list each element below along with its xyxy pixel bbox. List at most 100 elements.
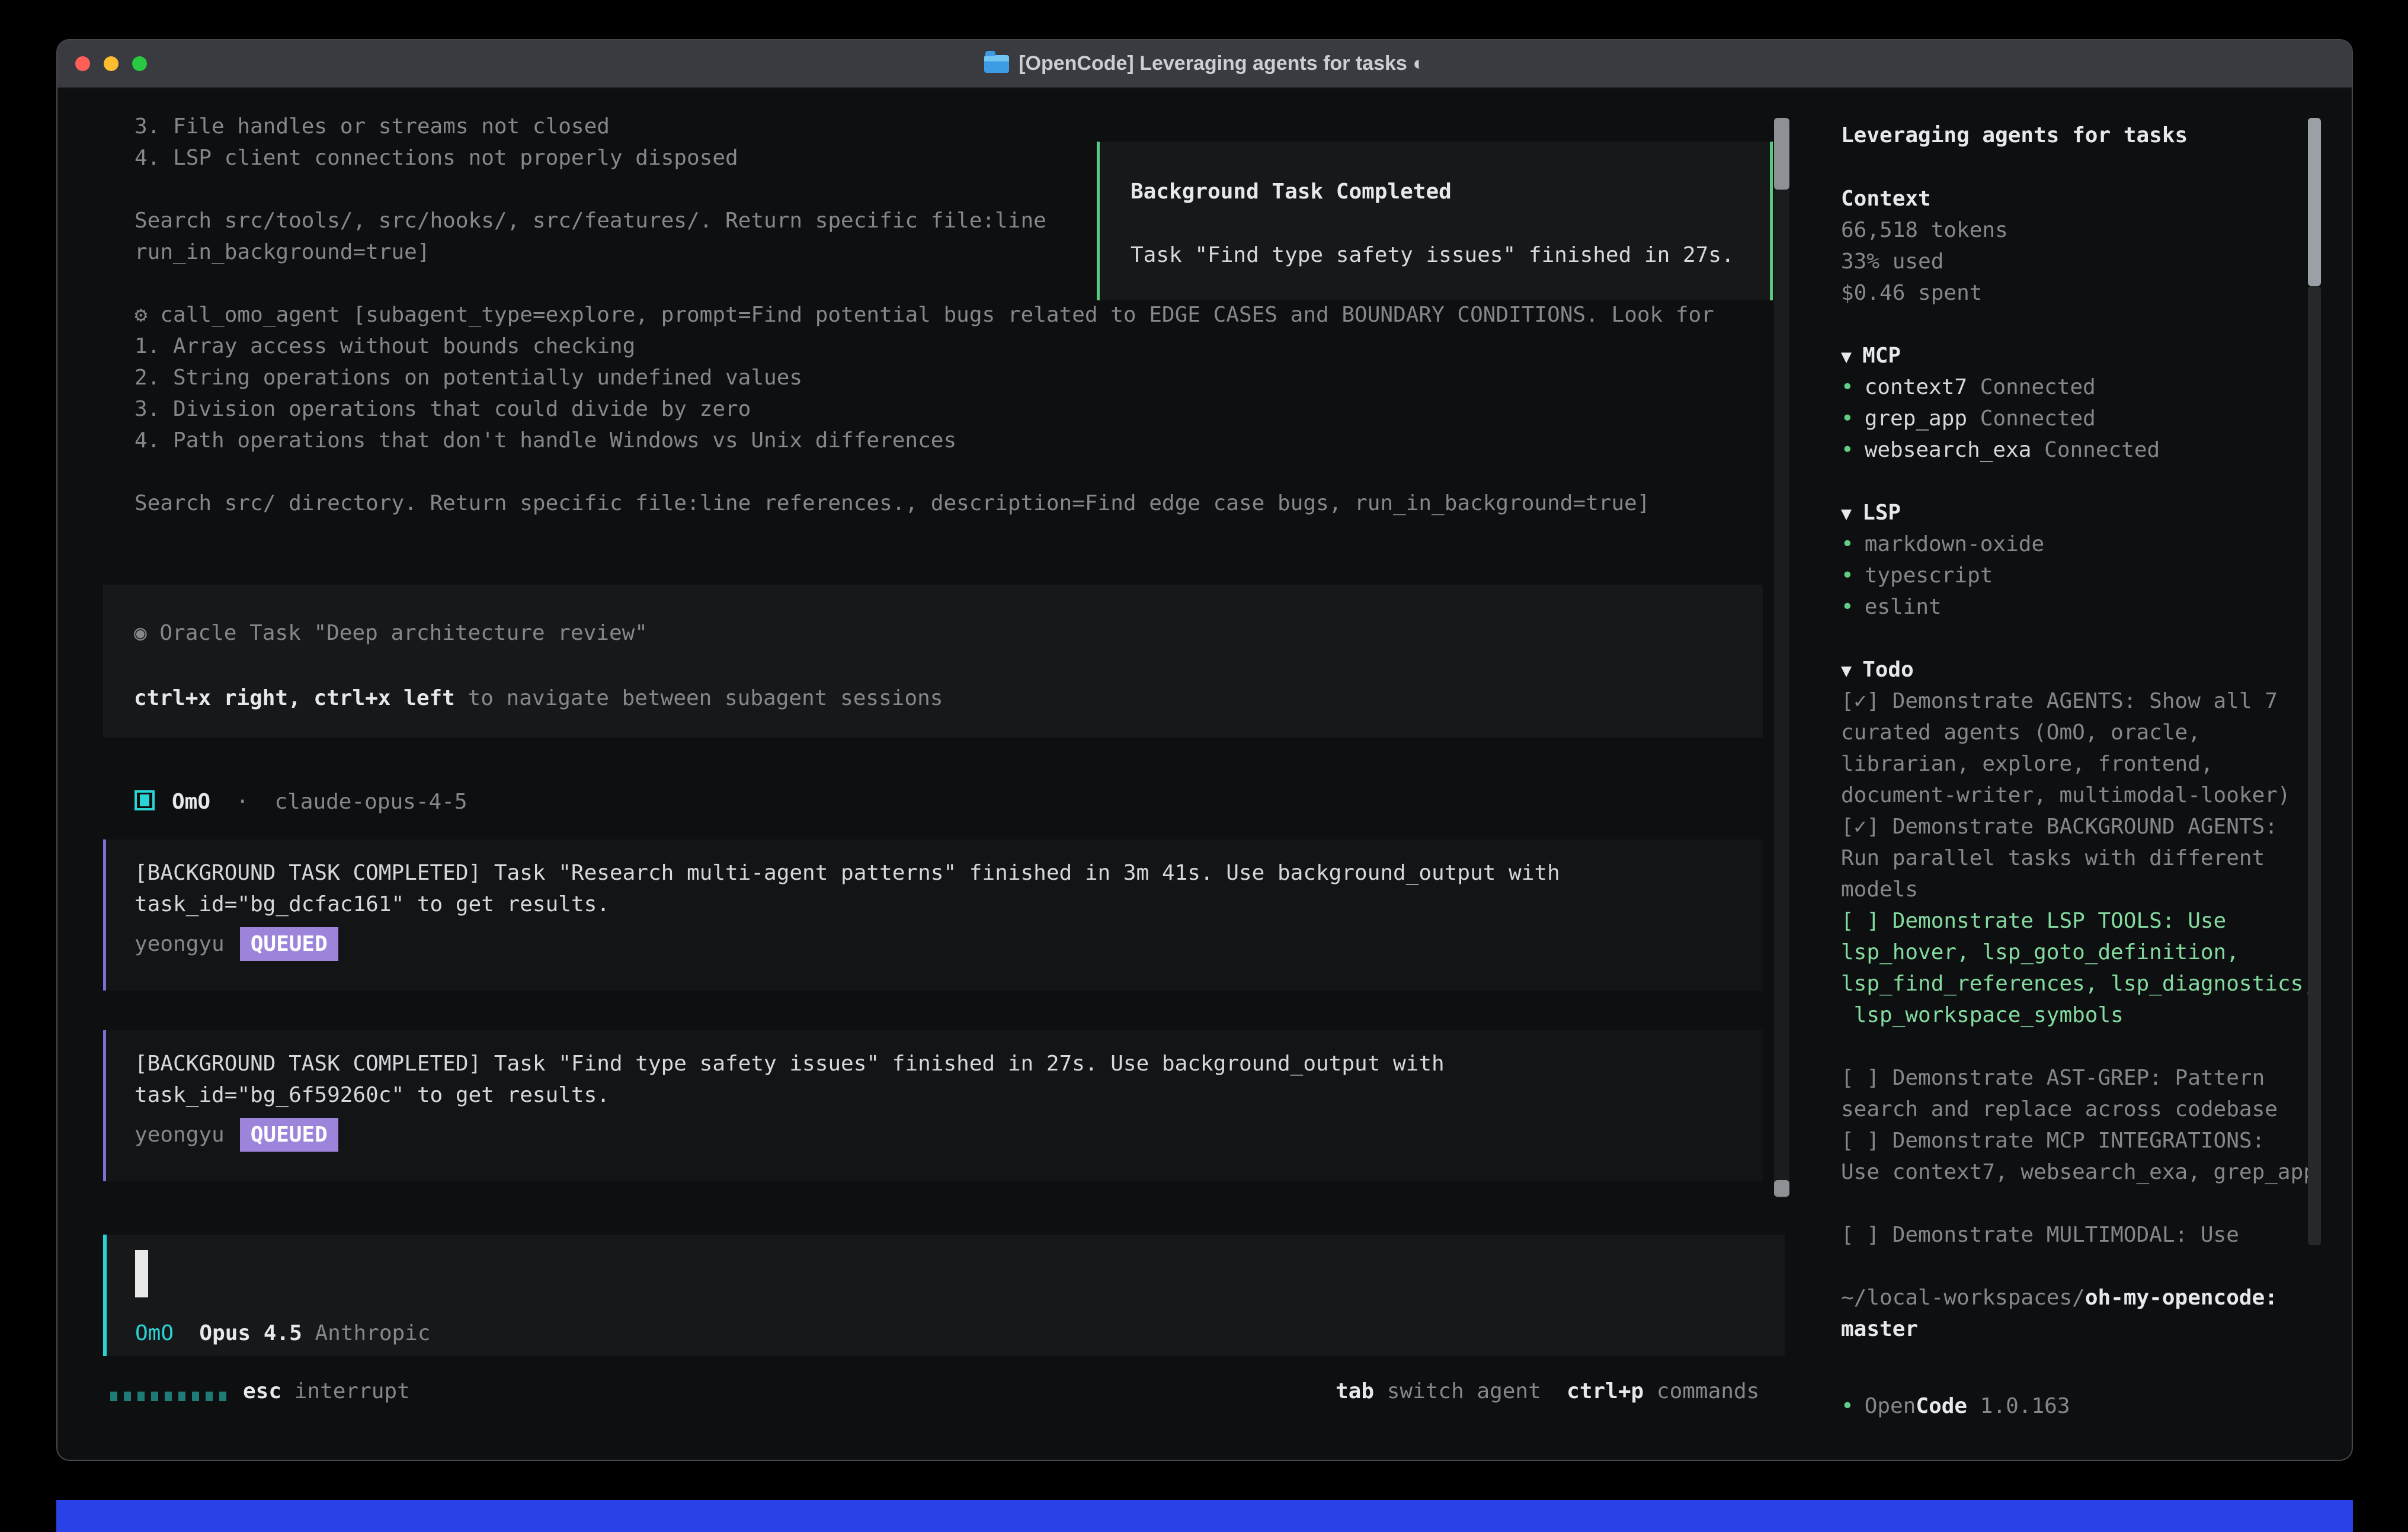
mcp-status: Connected — [1980, 406, 2096, 431]
title-bar: [OpenCode] Leveraging agents for tasks ◐ — [57, 40, 2352, 88]
context-spent: $0.46 spent — [1841, 277, 1982, 309]
lsp-name: markdown-oxide — [1865, 532, 2044, 556]
toast-title: Background Task Completed — [1131, 176, 1452, 207]
workspace-branch: master — [1841, 1313, 1918, 1345]
mcp-status: Connected — [2044, 438, 2160, 462]
background-task-toast[interactable]: Background Task Completed Task "Find typ… — [1097, 142, 1773, 300]
esc-action: interrupt — [294, 1379, 410, 1403]
todo-heading: Todo — [1862, 658, 1914, 682]
todo-done-items: [✓] Demonstrate AGENTS: Show all 7 curat… — [1841, 685, 2291, 905]
status-dot-icon: • — [1841, 532, 1854, 556]
active-model: Opus 4.5 — [199, 1321, 302, 1345]
scrollback-leak-list: 3. File handles or streams not closed 4.… — [135, 111, 738, 174]
task-message-meta: yeongyu QUEUED — [135, 927, 338, 961]
task-message-line2: task_id="bg_dcfac161" to get results. — [135, 889, 610, 920]
ctrl-p-key: ctrl+p — [1567, 1379, 1644, 1403]
lsp-name: eslint — [1865, 595, 1942, 619]
sidebar-scrollbar-track[interactable] — [2308, 286, 2321, 1245]
app-name-bold: Code — [1916, 1394, 1967, 1418]
oracle-task-card[interactable]: ◉ Oracle Task "Deep architecture review"… — [103, 585, 1763, 738]
context-heading: Context — [1841, 183, 1931, 214]
todo-pending-multimodal: [ ] Demonstrate MULTIMODAL: Use — [1841, 1219, 2239, 1251]
text-cursor — [135, 1250, 148, 1297]
lsp-name: typescript — [1865, 563, 1993, 588]
mcp-item: •websearch_exa Connected — [1841, 434, 2160, 466]
task-user: yeongyu — [135, 932, 225, 956]
lsp-item: • typescript — [1841, 560, 1993, 591]
scrollback-search-prompt-2: Search src/ directory. Return specific f… — [135, 488, 1650, 519]
gear-icon: ⚙ — [135, 303, 148, 327]
task-user: yeongyu — [135, 1123, 225, 1147]
bug-list: 1. Array access without bounds checking … — [135, 331, 956, 456]
main-scrollbar-thumb[interactable] — [1774, 118, 1789, 190]
ctrl-p-action: commands — [1657, 1379, 1759, 1403]
chevron-down-icon: ▼ — [1841, 504, 1852, 524]
queued-badge: QUEUED — [240, 927, 338, 961]
model-provider: Anthropic — [315, 1321, 430, 1345]
mcp-name: grep_app — [1865, 406, 1967, 431]
sidebar-scrollbar-thumb[interactable] — [2308, 118, 2321, 286]
version-row: •OpenCode 1.0.163 — [1841, 1390, 2070, 1422]
close-button[interactable] — [75, 56, 90, 71]
hint-keys: ctrl+x right, ctrl+x left — [134, 686, 455, 710]
tab-key: tab — [1336, 1379, 1374, 1403]
todo-active-item: [ ] Demonstrate LSP TOOLS: Use lsp_hover… — [1841, 905, 2316, 1031]
window-title: [OpenCode] Leveraging agents for tasks ◐ — [1019, 52, 1425, 75]
tab-action: switch agent — [1387, 1379, 1541, 1403]
app-name-prefix: Open — [1865, 1394, 1916, 1418]
prompt-input[interactable]: OmO Opus 4.5 Anthropic — [103, 1235, 1785, 1356]
activity-spinner — [110, 1392, 226, 1401]
toast-body: Task "Find type safety issues" finished … — [1131, 239, 1734, 271]
status-dot-icon: • — [1841, 595, 1854, 619]
main-scrollbar-thumb-bottom[interactable] — [1774, 1180, 1789, 1197]
status-dot-icon: • — [1841, 406, 1854, 431]
mcp-item: • grep_app Connected — [1841, 403, 2096, 434]
app-window: [OpenCode] Leveraging agents for tasks ◐… — [56, 39, 2353, 1461]
mcp-heading: MCP — [1862, 344, 1901, 368]
agent-model: claude-opus-4-5 — [274, 790, 467, 814]
todo-pending-items: [ ] Demonstrate AST-GREP: Pattern search… — [1841, 1062, 2316, 1188]
mcp-status: Connected — [1980, 375, 2096, 399]
esc-key: esc — [243, 1379, 281, 1403]
task-message: [BACKGROUND TASK COMPLETED] Task "Find t… — [103, 1030, 1763, 1181]
agent-omo-icon — [135, 790, 155, 810]
lsp-item: • eslint — [1841, 591, 1942, 623]
statusbar-left: esc interrupt — [243, 1376, 410, 1407]
traffic-lights — [75, 56, 147, 71]
oracle-task-hint: ctrl+x right, ctrl+x left to navigate be… — [134, 682, 943, 714]
zoom-button[interactable] — [132, 56, 147, 71]
agent-session-header[interactable]: OmO · claude-opus-4-5 — [172, 786, 467, 818]
mcp-name: context7 — [1865, 375, 1967, 399]
lsp-item: • markdown-oxide — [1841, 528, 2044, 560]
hint-text: to navigate between subagent sessions — [455, 686, 943, 710]
todo-section-header[interactable]: ▼Todo — [1841, 654, 1914, 687]
status-dot-icon: • — [1841, 563, 1854, 588]
main-scrollbar-track[interactable] — [1774, 118, 1789, 1198]
mcp-section-header[interactable]: ▼ MCP — [1841, 340, 1901, 373]
oracle-task-header: ◉ Oracle Task "Deep architecture review" — [134, 617, 648, 649]
workspace-repo: oh-my-opencode: — [2085, 1286, 2278, 1310]
status-dot-icon: • — [1841, 375, 1854, 399]
statusbar-right: tab switch agent ctrl+p commands — [1336, 1376, 1759, 1407]
agent-name: OmO — [172, 790, 210, 814]
queued-badge: QUEUED — [240, 1118, 338, 1152]
minimize-button[interactable] — [104, 56, 119, 71]
scrollback-search-prompt: Search src/tools/, src/hooks/, src/featu… — [135, 205, 1046, 268]
background-dock-strip — [56, 1500, 2353, 1532]
chevron-down-icon: ▼ — [1841, 347, 1852, 367]
active-agent: OmO — [135, 1321, 174, 1345]
lsp-section-header[interactable]: ▼LSP — [1841, 497, 1901, 530]
status-dot-icon: • — [1841, 1394, 1854, 1418]
tool-call-text: call_omo_agent [subagent_type=explore, p… — [160, 303, 1714, 327]
context-used: 33% used — [1841, 246, 1943, 277]
task-message-line1: [BACKGROUND TASK COMPLETED] Task "Resear… — [135, 857, 1560, 889]
workspace-path-prefix: ~/local-workspaces/ — [1841, 1286, 2085, 1310]
context-tokens: 66,518 tokens — [1841, 214, 2008, 246]
mcp-name: websearch_exa — [1865, 438, 2032, 462]
task-message-line2: task_id="bg_6f59260c" to get results. — [135, 1079, 610, 1111]
task-message-line1: [BACKGROUND TASK COMPLETED] Task "Find t… — [135, 1048, 1445, 1079]
mcp-item: • context7 Connected — [1841, 371, 2096, 403]
model-status-row: OmO Opus 4.5 Anthropic — [135, 1318, 431, 1349]
task-message-meta: yeongyu QUEUED — [135, 1118, 338, 1152]
workspace-path: ~/local-workspaces/oh-my-opencode: — [1841, 1282, 2278, 1313]
